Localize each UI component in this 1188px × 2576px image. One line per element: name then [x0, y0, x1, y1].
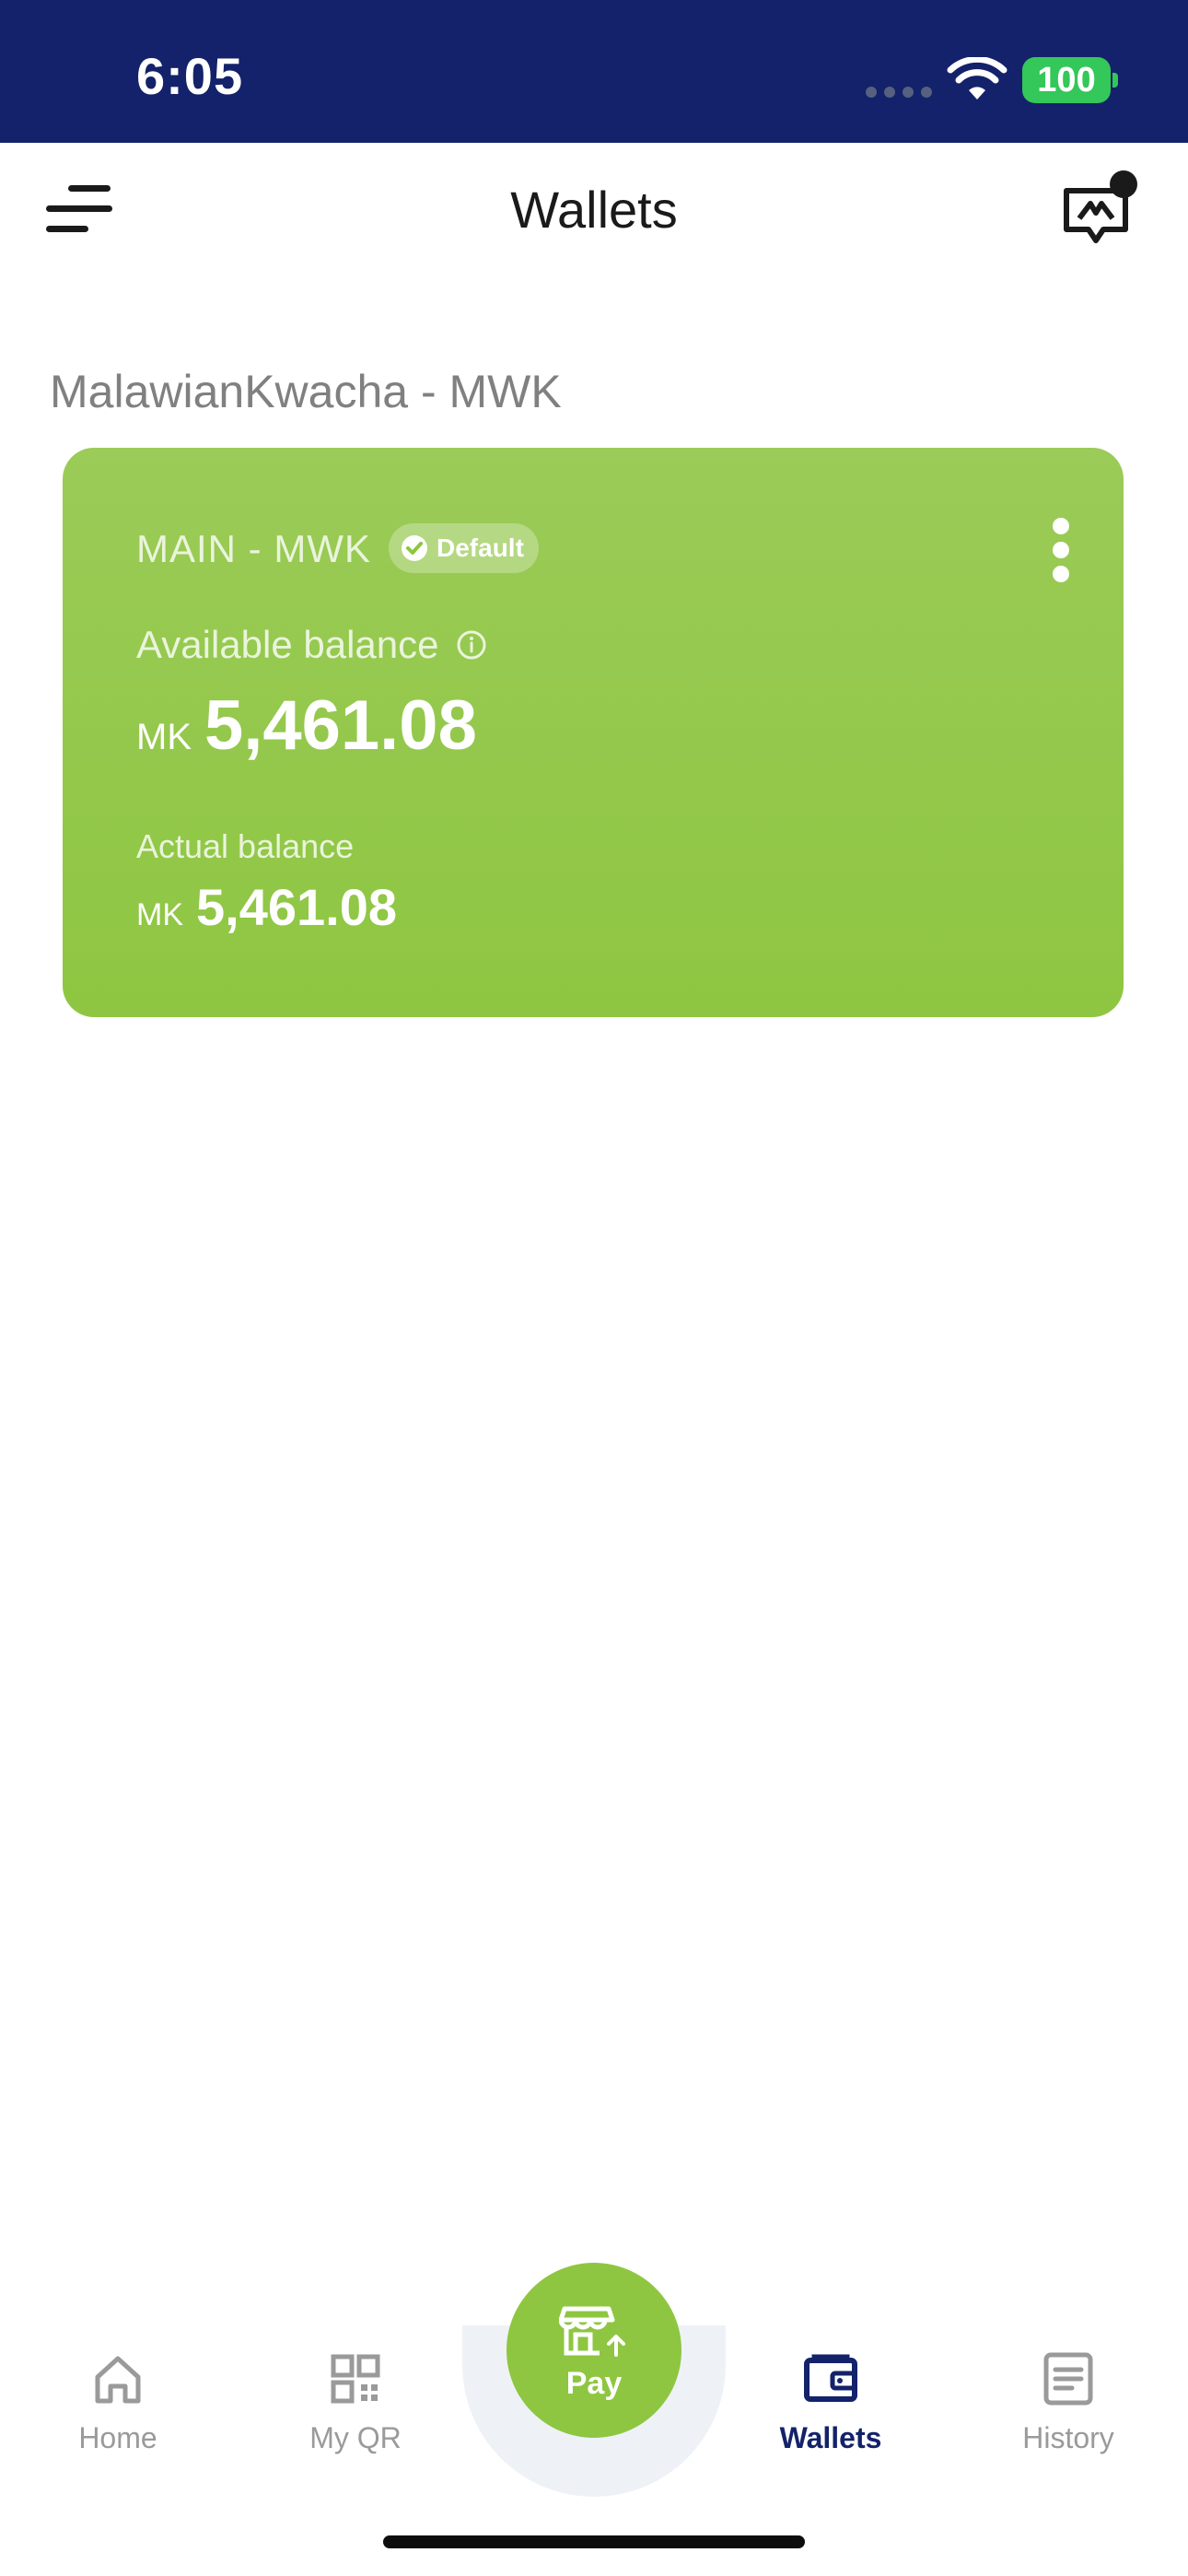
battery-indicator: 100 [1022, 57, 1111, 103]
nav-my-qr[interactable]: My QR [263, 2349, 448, 2455]
available-balance: MK 5,461.08 [136, 685, 477, 766]
pay-button[interactable]: Pay [507, 2263, 681, 2438]
bottom-nav: Home My QR Pay Wallets History [0, 2248, 1188, 2497]
app-header: Wallets [0, 143, 1188, 281]
currency-heading: MalawianKwacha - MWK [50, 366, 562, 417]
nav-my-qr-label: My QR [309, 2421, 402, 2454]
wallet-name: MAIN - MWK [136, 527, 371, 570]
info-icon[interactable] [455, 628, 488, 662]
status-time: 6:05 [136, 47, 244, 105]
store-pay-icon [559, 2306, 625, 2357]
home-icon [95, 2356, 141, 2404]
page-title: Wallets [510, 181, 678, 239]
actual-balance: MK 5,461.08 [136, 877, 397, 937]
default-badge-label: Default [437, 533, 524, 562]
nav-history[interactable]: History [976, 2349, 1160, 2455]
battery-tip [1112, 73, 1118, 88]
qr-code-icon [331, 2354, 380, 2404]
nav-history-label: History [1022, 2421, 1114, 2454]
available-currency: MK [136, 717, 192, 757]
available-amount: 5,461.08 [204, 686, 477, 765]
wifi-icon [947, 57, 1007, 100]
cellular-signal-icon [866, 87, 932, 98]
available-balance-label: Available balance [136, 623, 488, 667]
nav-home-label: Home [78, 2421, 157, 2454]
check-circle-icon [402, 535, 427, 561]
more-options-icon[interactable] [1046, 518, 1076, 591]
notification-dot [1110, 170, 1137, 198]
actual-currency: MK [136, 897, 183, 932]
pay-button-label: Pay [565, 2365, 623, 2401]
nav-home[interactable]: Home [26, 2349, 210, 2455]
nav-wallets[interactable]: Wallets [739, 2349, 923, 2455]
available-balance-text: Available balance [136, 623, 439, 666]
wallet-card[interactable]: MAIN - MWK Default Available balance MK … [63, 448, 1124, 1017]
status-bar: 6:05 100 [0, 0, 1188, 143]
actual-balance-label: Actual balance [136, 827, 355, 865]
history-list-icon [1043, 2352, 1093, 2406]
battery-level: 100 [1037, 60, 1096, 100]
wallet-icon [804, 2354, 857, 2402]
home-indicator[interactable] [383, 2535, 805, 2548]
default-badge: Default [389, 523, 539, 573]
actual-amount: 5,461.08 [196, 878, 397, 936]
nav-wallets-label: Wallets [779, 2421, 882, 2454]
